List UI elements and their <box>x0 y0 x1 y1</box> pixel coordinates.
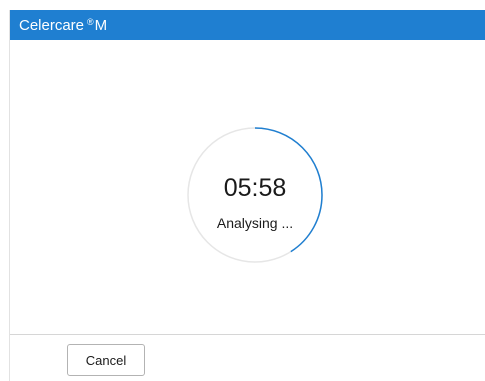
footer-divider <box>10 334 485 335</box>
title-bar: Celercare ®M <box>10 10 485 40</box>
app-title: Celercare ®M <box>19 17 107 34</box>
status-label: Analysing ... <box>216 215 294 231</box>
registered-mark: ® <box>87 16 94 27</box>
app-title-name: Celercare <box>19 16 85 34</box>
app-window: Celercare ®M 05:58 Analysing ... Cancel <box>9 10 485 381</box>
remaining-time: 05:58 <box>223 174 287 202</box>
app-title-suffix: M <box>94 16 108 34</box>
cancel-button[interactable]: Cancel <box>67 344 145 376</box>
countdown-timer: 05:58 Analysing ... <box>186 126 324 264</box>
analysis-panel: 05:58 Analysing ... <box>10 40 485 334</box>
